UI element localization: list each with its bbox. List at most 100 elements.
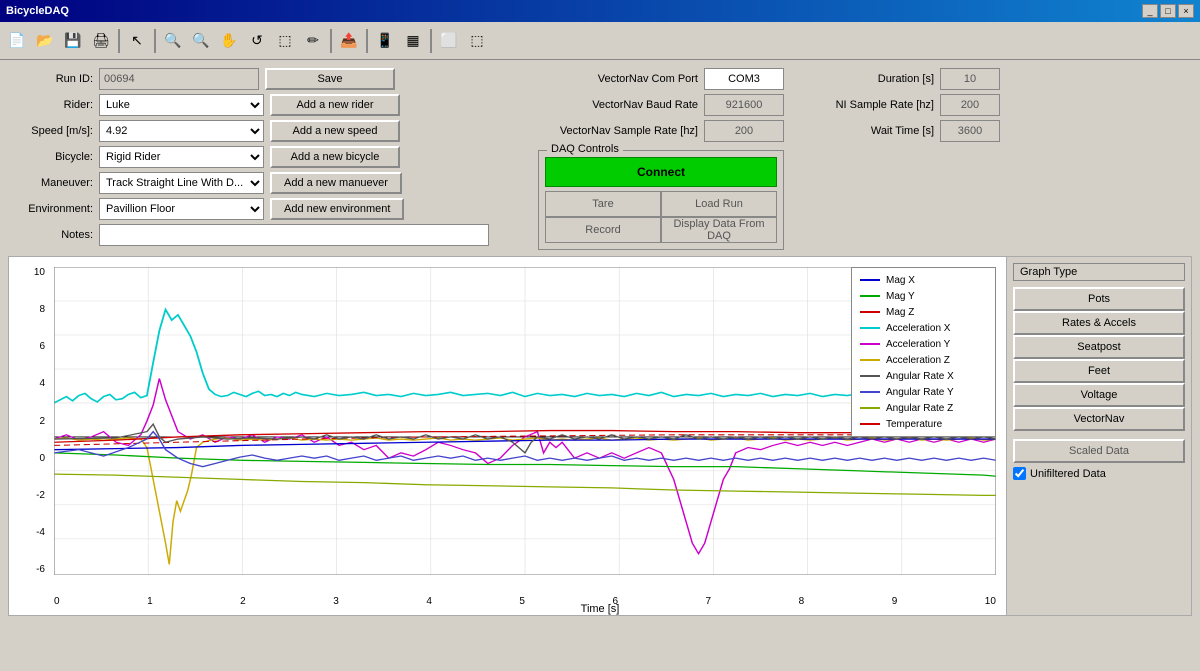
add-maneuver-button[interactable]: Add a new manuever (270, 172, 402, 194)
separator-5 (430, 29, 432, 53)
unfiltered-checkbox[interactable] (1013, 467, 1026, 480)
close-button[interactable]: × (1178, 4, 1194, 18)
save-button[interactable]: Save (265, 68, 395, 90)
ni-sample-rate-label: NI Sample Rate [hz] (804, 99, 934, 111)
y-axis-labels: 10 8 6 4 2 0 -2 -4 -6 (9, 267, 49, 575)
maneuver-row: Maneuver: Track Straight Line With D... … (8, 172, 528, 194)
speed-label: Speed [m/s]: (8, 125, 93, 137)
minimize-button[interactable]: _ (1142, 4, 1158, 18)
sample-rate-input[interactable] (704, 120, 784, 142)
bicycle-label: Bicycle: (8, 151, 93, 163)
rider-select[interactable]: Luke (99, 94, 264, 116)
open-button[interactable]: 📂 (32, 28, 58, 54)
zoom-out-button[interactable]: 🔍 (188, 28, 214, 54)
legend-line-accel-z (860, 359, 880, 361)
bicycle-select[interactable]: Rigid Rider (99, 146, 264, 168)
run-id-row: Run ID: Save (8, 68, 528, 90)
maneuver-label: Maneuver: (8, 177, 93, 189)
legend-line-accel-y (860, 343, 880, 345)
speed-select[interactable]: 4.92 (99, 120, 264, 142)
new-button[interactable]: 📄 (4, 28, 30, 54)
ni-sample-rate-input[interactable] (940, 94, 1000, 116)
export-button[interactable]: 📤 (336, 28, 362, 54)
add-environment-button[interactable]: Add new environment (270, 198, 404, 220)
pan-button[interactable]: ✋ (216, 28, 242, 54)
daq-controls-box: DAQ Controls Connect Tare Load Run Recor… (538, 150, 784, 250)
wait-time-input[interactable] (940, 120, 1000, 142)
top-panel: Run ID: Save Rider: Luke Add a new rider… (8, 68, 1192, 250)
seatpost-button[interactable]: Seatpost (1013, 335, 1185, 359)
environment-label: Environment: (8, 203, 93, 215)
separator-3 (330, 29, 332, 53)
legend-line-accel-x (860, 327, 880, 329)
com-port-input[interactable] (704, 68, 784, 90)
baud-rate-input[interactable] (704, 94, 784, 116)
daq-controls-legend: DAQ Controls (547, 143, 623, 155)
legend-ang-rate-y: Angular Rate Y (860, 384, 987, 400)
duration-row: Duration [s] (804, 68, 1000, 90)
zoom-in-button[interactable]: 🔍 (160, 28, 186, 54)
com-port-label: VectorNav Com Port (538, 73, 698, 85)
add-speed-button[interactable]: Add a new speed (270, 120, 400, 142)
add-rider-button[interactable]: Add a new rider (270, 94, 400, 116)
display-data-button[interactable]: Display Data From DAQ (661, 217, 777, 243)
sample-rate-label: VectorNav Sample Rate [hz] (538, 125, 698, 137)
edit-button[interactable]: ✏ (300, 28, 326, 54)
legend-mag-z: Mag Z (860, 304, 987, 320)
legend-mag-x: Mag X (860, 272, 987, 288)
duration-input[interactable] (940, 68, 1000, 90)
grid-button[interactable]: ▦ (400, 28, 426, 54)
voltage-button[interactable]: Voltage (1013, 383, 1185, 407)
feet-button[interactable]: Feet (1013, 359, 1185, 383)
run-id-input[interactable] (99, 68, 259, 90)
cursor-button[interactable]: ↖ (124, 28, 150, 54)
legend-line-ang-rate-x (860, 375, 880, 377)
legend-line-mag-x (860, 279, 880, 281)
right-panel: VectorNav Com Port VectorNav Baud Rate V… (538, 68, 1192, 250)
add-bicycle-button[interactable]: Add a new bicycle (270, 146, 400, 168)
legend-line-ang-rate-y (860, 391, 880, 393)
legend-accel-z: Acceleration Z (860, 352, 987, 368)
legend-temperature: Temperature (860, 416, 987, 432)
rates-accels-button[interactable]: Rates & Accels (1013, 311, 1185, 335)
pots-button[interactable]: Pots (1013, 287, 1185, 311)
separator-2 (154, 29, 156, 53)
scaled-data-button[interactable]: Scaled Data (1013, 439, 1185, 463)
notes-input[interactable] (99, 224, 489, 246)
maneuver-select[interactable]: Track Straight Line With D... (99, 172, 264, 194)
rider-row: Rider: Luke Add a new rider (8, 94, 528, 116)
wait-time-label: Wait Time [s] (804, 125, 934, 137)
legend-accel-x: Acceleration X (860, 320, 987, 336)
load-run-button[interactable]: Load Run (661, 191, 777, 217)
baud-rate-label: VectorNav Baud Rate (538, 99, 698, 111)
connect-button[interactable]: Connect (545, 157, 777, 187)
window-title: BicycleDAQ (6, 5, 69, 17)
x-axis-labels: 0 1 2 3 4 5 6 7 8 9 10 (54, 596, 996, 607)
device-button[interactable]: 📱 (372, 28, 398, 54)
bicycle-row: Bicycle: Rigid Rider Add a new bicycle (8, 146, 528, 168)
baud-rate-row: VectorNav Baud Rate (538, 94, 784, 116)
print-button[interactable]: 🖨 (88, 28, 114, 54)
notes-row: Notes: (8, 224, 528, 246)
legend-line-mag-z (860, 311, 880, 313)
vectornav-button[interactable]: VectorNav (1013, 407, 1185, 431)
ni-sample-rate-row: NI Sample Rate [hz] (804, 94, 1000, 116)
reset-button[interactable]: ↺ (244, 28, 270, 54)
tare-button[interactable]: Tare (545, 191, 661, 217)
duration-label: Duration [s] (804, 73, 934, 85)
legend-line-temperature (860, 423, 880, 425)
maximize-button[interactable]: □ (1160, 4, 1176, 18)
record-button[interactable]: Record (545, 217, 661, 243)
save-toolbar-button[interactable]: 💾 (60, 28, 86, 54)
separator-4 (366, 29, 368, 53)
environment-select[interactable]: Pavillion Floor (99, 198, 264, 220)
toolbar: 📄 📂 💾 🖨 ↖ 🔍 🔍 ✋ ↺ ⬚ ✏ 📤 📱 ▦ ⬜ ⬚ (0, 22, 1200, 60)
select-button[interactable]: ⬚ (272, 28, 298, 54)
record-display-row: Record Display Data From DAQ (545, 217, 777, 243)
com-port-row: VectorNav Com Port (538, 68, 784, 90)
button-9[interactable]: ⬚ (464, 28, 490, 54)
run-id-label: Run ID: (8, 73, 93, 85)
sample-rate-row: VectorNav Sample Rate [hz] (538, 120, 784, 142)
button-8[interactable]: ⬜ (436, 28, 462, 54)
legend-ang-rate-z: Angular Rate Z (860, 400, 987, 416)
